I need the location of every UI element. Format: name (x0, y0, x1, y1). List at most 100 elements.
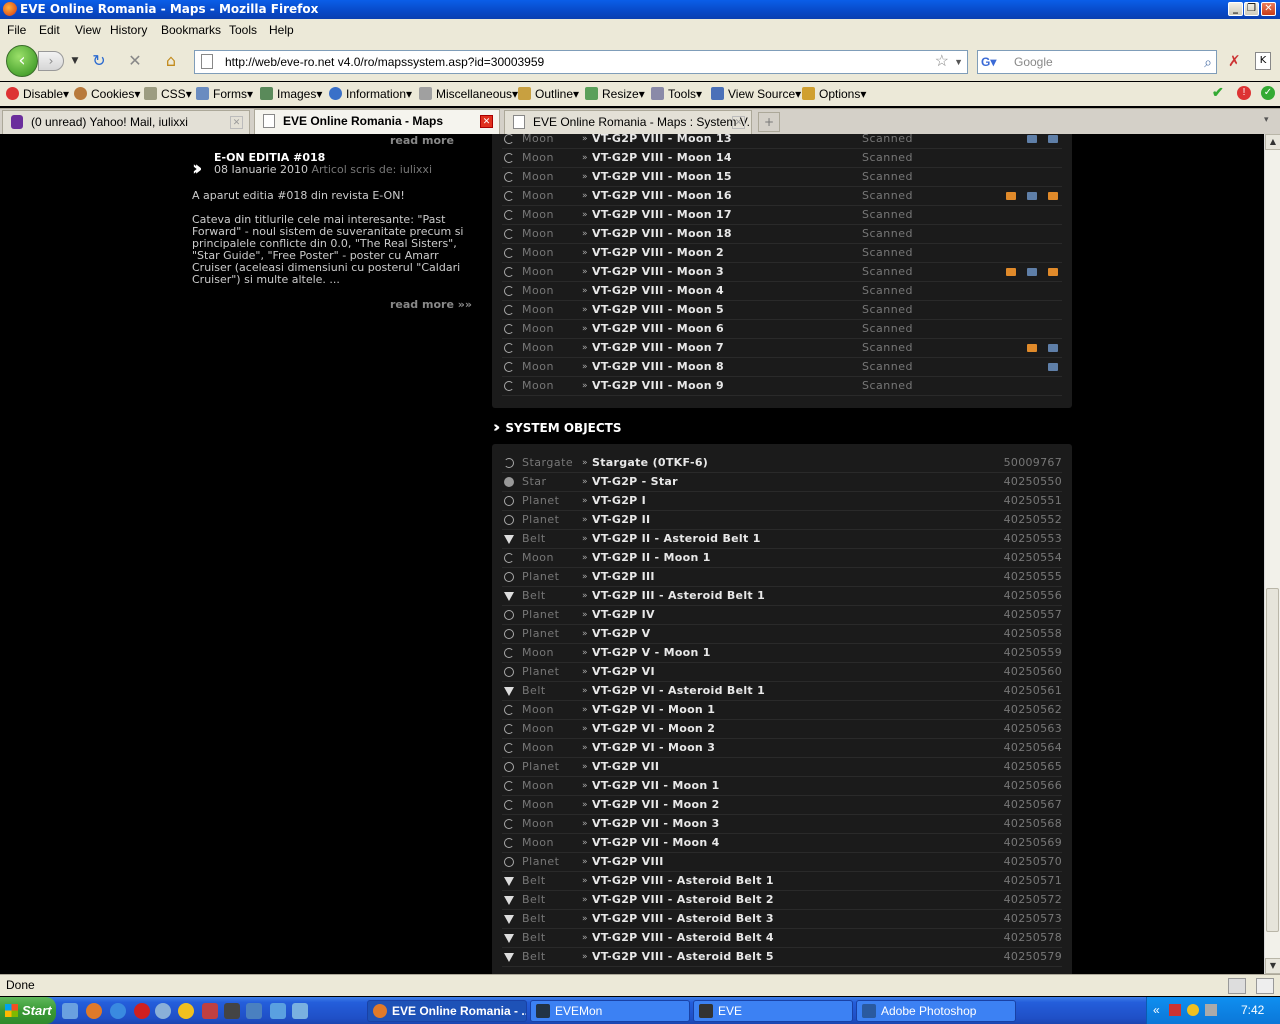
object-name-link[interactable]: VT-G2P VIII - Moon 4 (592, 282, 724, 300)
tab-eve-maps[interactable]: EVE Online Romania - Maps ✕ (254, 109, 500, 135)
menu-view[interactable]: View (75, 23, 101, 37)
object-name-link[interactable]: VT-G2P VIII - Moon 5 (592, 301, 724, 319)
google-engine-icon[interactable]: G▾ (981, 54, 1007, 70)
tab-close-icon[interactable]: ✕ (732, 116, 745, 129)
tray-icon-1[interactable] (1169, 1004, 1181, 1016)
tab-yahoo-mail[interactable]: (0 unread) Yahoo! Mail, iulixxi ✕ (2, 110, 250, 134)
search-icon[interactable]: ⌕ (1204, 51, 1212, 73)
object-name-link[interactable]: VT-G2P VIII - Asteroid Belt 3 (592, 910, 774, 928)
object-name-link[interactable]: VT-G2P II - Moon 1 (592, 549, 711, 567)
menu-help[interactable]: Help (269, 23, 294, 37)
tb-disable[interactable]: Disable▾ (6, 87, 69, 101)
error-icon[interactable]: ! (1237, 86, 1251, 100)
object-name-link[interactable]: VT-G2P III - Asteroid Belt 1 (592, 587, 765, 605)
home-icon[interactable]: ⌂ (160, 51, 182, 71)
tb-miscellaneous[interactable]: Miscellaneous▾ (419, 87, 518, 101)
menu-tools[interactable]: Tools (229, 23, 257, 37)
quicklaunch-photoshop-icon[interactable] (246, 1003, 262, 1019)
scroll-up-icon[interactable]: ▲ (1265, 134, 1280, 150)
task-photoshop[interactable]: Adobe Photoshop (856, 1000, 1016, 1022)
address-bar[interactable]: http://web/eve-ro.net v4.0/ro/mapssystem… (194, 50, 968, 74)
object-name-link[interactable]: VT-G2P VIII - Asteroid Belt 1 (592, 872, 774, 890)
blue-badge-icon[interactable] (1048, 344, 1058, 352)
object-name-link[interactable]: VT-G2P VII - Moon 2 (592, 796, 720, 814)
forward-button[interactable]: › (38, 51, 64, 71)
menu-file[interactable]: File (7, 23, 26, 37)
maximize-button[interactable]: ❐ (1244, 2, 1259, 16)
object-name-link[interactable]: VT-G2P VIII - Asteroid Belt 4 (592, 929, 774, 947)
tb-options[interactable]: Options▾ (802, 87, 866, 101)
object-name-link[interactable]: VT-G2P VII - Moon 4 (592, 834, 720, 852)
quicklaunch-firefox-icon[interactable] (86, 1003, 102, 1019)
object-name-link[interactable]: VT-G2P VI (592, 663, 655, 681)
object-name-link[interactable]: VT-G2P VIII - Moon 18 (592, 225, 732, 243)
object-name-link[interactable]: VT-G2P IV (592, 606, 655, 624)
tray-icon-3[interactable] (1205, 1004, 1217, 1016)
orange-badge-icon[interactable] (1006, 268, 1016, 276)
stop-icon[interactable]: ✕ (124, 51, 146, 71)
object-name-link[interactable]: VT-G2P V (592, 625, 650, 643)
scroll-thumb[interactable] (1266, 588, 1279, 932)
bookmark-star-icon[interactable]: ☆ (935, 51, 949, 73)
page-scrollbar[interactable]: ▲ ▼ (1264, 134, 1280, 974)
blue-badge-icon[interactable] (1027, 135, 1037, 143)
object-name-link[interactable]: VT-G2P VIII - Moon 2 (592, 244, 724, 262)
tab-list-icon[interactable]: ▾ (1264, 115, 1269, 125)
quicklaunch-opera-icon[interactable] (134, 1003, 150, 1019)
tb-forms[interactable]: Forms▾ (196, 87, 253, 101)
object-name-link[interactable]: VT-G2P VI - Asteroid Belt 1 (592, 682, 765, 700)
tb-cookies[interactable]: Cookies▾ (74, 87, 140, 101)
quicklaunch-desktop-icon[interactable] (62, 1003, 78, 1019)
quicklaunch-settings-icon[interactable] (292, 1003, 308, 1019)
object-name-link[interactable]: VT-G2P VIII - Moon 9 (592, 377, 724, 395)
read-more-link[interactable]: read more »» (390, 298, 472, 311)
object-name-link[interactable]: VT-G2P VIII - Moon 3 (592, 263, 724, 281)
tray-expand-icon[interactable]: « (1153, 997, 1160, 1024)
task-firefox[interactable]: EVE Online Romania - ... (367, 1000, 527, 1022)
blue-badge-icon[interactable] (1048, 135, 1058, 143)
blue-badge-icon[interactable] (1048, 363, 1058, 371)
status-grid-icon[interactable] (1256, 978, 1274, 994)
object-name-link[interactable]: VT-G2P VIII - Asteroid Belt 2 (592, 891, 774, 909)
blue-badge-icon[interactable] (1027, 268, 1037, 276)
tb-tools[interactable]: Tools▾ (651, 87, 702, 101)
tb-information[interactable]: Information▾ (329, 87, 412, 101)
tb-images[interactable]: Images▾ (260, 87, 322, 101)
blue-badge-icon[interactable] (1027, 192, 1037, 200)
new-tab-button[interactable]: + (758, 112, 780, 132)
object-name-link[interactable]: VT-G2P VII - Moon 1 (592, 777, 720, 795)
task-eve[interactable]: EVE (693, 1000, 853, 1022)
addon-k-icon[interactable]: K (1255, 52, 1271, 70)
validate-ok-icon[interactable]: ✔ (1212, 84, 1224, 101)
scroll-down-icon[interactable]: ▼ (1265, 958, 1280, 974)
search-box[interactable]: G▾ Google ⌕ (977, 50, 1217, 74)
read-more-link-prev[interactable]: read more (390, 134, 454, 147)
object-name-link[interactable]: VT-G2P VIII - Moon 8 (592, 358, 724, 376)
reload-icon[interactable]: ↻ (88, 51, 110, 71)
quicklaunch-ie-icon[interactable] (110, 1003, 126, 1019)
quicklaunch-messenger-icon[interactable] (178, 1003, 194, 1019)
close-window-button[interactable]: ✕ (1261, 2, 1276, 16)
object-name-link[interactable]: VT-G2P VIII - Moon 14 (592, 149, 732, 167)
tb-css[interactable]: CSS▾ (144, 87, 192, 101)
menu-bookmarks[interactable]: Bookmarks (161, 23, 221, 37)
tab-close-icon[interactable]: ✕ (230, 116, 243, 129)
back-button[interactable]: ‹ (6, 45, 38, 77)
url-dropdown-icon[interactable]: ▼ (954, 51, 963, 73)
status-addon-icon[interactable] (1228, 978, 1246, 994)
object-name-link[interactable]: VT-G2P III (592, 568, 655, 586)
object-name-link[interactable]: VT-G2P VIII - Moon 15 (592, 168, 732, 186)
orange-badge-icon[interactable] (1048, 268, 1058, 276)
history-dropdown-icon[interactable]: ▼ (64, 51, 86, 71)
orange-badge-icon[interactable] (1006, 192, 1016, 200)
tab-eve-maps-system[interactable]: EVE Online Romania - Maps : System V... … (504, 110, 752, 134)
start-button[interactable]: Start (0, 997, 56, 1024)
tab-close-icon[interactable]: ✕ (480, 115, 493, 128)
object-name-link[interactable]: VT-G2P II - Asteroid Belt 1 (592, 530, 761, 548)
object-name-link[interactable]: VT-G2P VIII - Asteroid Belt 5 (592, 948, 774, 966)
orange-badge-icon[interactable] (1048, 192, 1058, 200)
object-name-link[interactable]: VT-G2P VII - Moon 3 (592, 815, 720, 833)
object-name-link[interactable]: Stargate (0TKF-6) (592, 454, 708, 472)
tb-outline[interactable]: Outline▾ (518, 87, 579, 101)
orange-badge-icon[interactable] (1027, 344, 1037, 352)
